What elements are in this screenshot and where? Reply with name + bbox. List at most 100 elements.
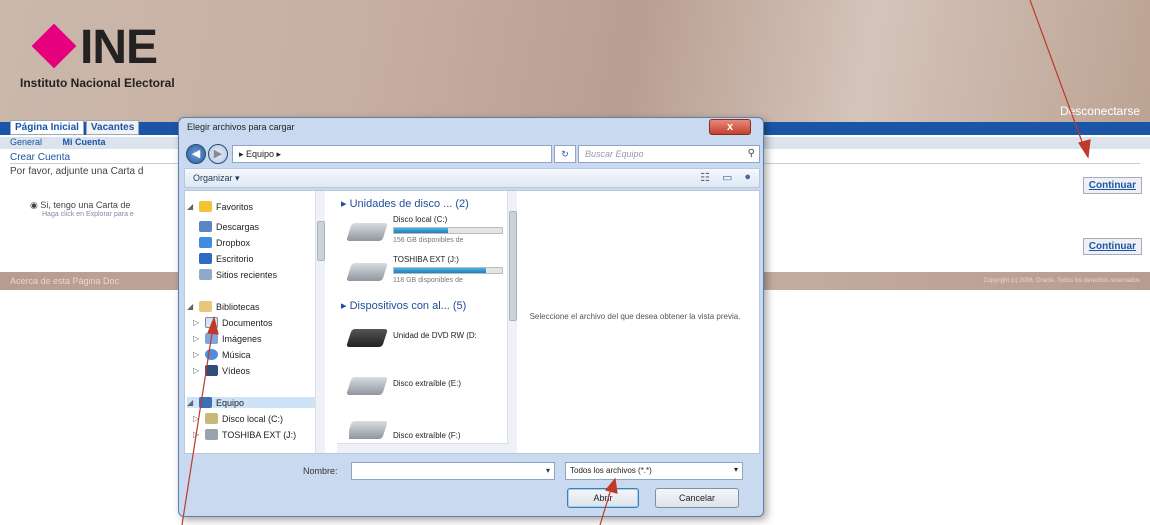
breadcrumb-general[interactable]: General — [10, 137, 42, 147]
continue-button-top[interactable]: Continuar — [1082, 177, 1142, 194]
view-icon[interactable]: ☷ — [700, 171, 710, 184]
page: INE Instituto Nacional Electoral Descone… — [0, 0, 1150, 525]
continue-button-bottom[interactable]: Continuar — [1082, 238, 1142, 255]
device-name: Disco extraíble (E:) — [393, 379, 462, 388]
drive-name: Disco local (C:) — [393, 215, 448, 224]
help-icon[interactable]: ● — [744, 171, 751, 184]
drive-usage-bar — [393, 267, 503, 274]
file-type-select[interactable]: Todos los archivos (*.*) ▾ — [565, 462, 743, 480]
back-icon[interactable]: ◀ — [186, 144, 206, 164]
option-label: Si, tengo una Carta de — [40, 200, 131, 210]
path-breadcrumb[interactable]: ▸ Equipo ▸ — [232, 145, 552, 163]
logo-subtitle: Instituto Nacional Electoral — [20, 76, 175, 90]
logo-text: INE — [80, 21, 158, 74]
letter-option[interactable]: ◉ Si, tengo una Carta de Haga click en E… — [30, 200, 134, 218]
close-button[interactable]: x — [709, 119, 751, 135]
documents-icon — [205, 317, 218, 328]
logo-diamond-icon — [31, 23, 77, 69]
removable-disk-icon — [349, 421, 388, 439]
nav-recent[interactable]: Sitios recientes — [199, 269, 277, 280]
nav-dropbox[interactable]: Dropbox — [199, 237, 250, 248]
nav-label: Favoritos — [216, 201, 254, 212]
ine-logo: INE Instituto Nacional Electoral — [20, 18, 240, 98]
nav-scrollbar[interactable] — [315, 191, 325, 453]
nav-label: Bibliotecas — [216, 301, 260, 312]
nav-local-disk[interactable]: ▷ Disco local (C:) — [193, 413, 283, 424]
nav-music[interactable]: ▷ Música — [193, 349, 251, 360]
disk-icon — [205, 413, 218, 424]
nav-label: Imágenes — [222, 333, 262, 344]
group-label: Dispositivos con al... (5) — [349, 300, 467, 312]
nav-computer[interactable]: ◢ Equipo — [187, 397, 315, 408]
device-item[interactable]: Unidad de DVD RW (D: — [346, 321, 509, 361]
hard-drive-icon — [346, 223, 388, 241]
breadcrumb-account[interactable]: Mi Cuenta — [63, 137, 106, 147]
footer-links[interactable]: Acerca de esta Página Doc — [10, 276, 119, 286]
nav-label: Música — [222, 349, 251, 360]
drive-usage-bar — [393, 227, 503, 234]
drive-name: TOSHIBA EXT (J:) — [393, 255, 459, 264]
dialog-footer: Nombre: ▾ Todos los archivos (*.*) ▾ Abri… — [179, 458, 765, 516]
nav-downloads[interactable]: Descargas — [199, 221, 259, 232]
logout-link[interactable]: Desconectarse — [1060, 104, 1140, 118]
preview-message: Seleccione el archivo del que desea obte… — [529, 312, 741, 321]
organize-menu[interactable]: Organizar ▾ — [193, 173, 240, 183]
nav-favorites[interactable]: ◢ Favoritos — [187, 201, 253, 212]
desktop-icon — [199, 253, 212, 264]
drive-usage-fill — [394, 268, 486, 273]
dialog-title: Elegir archivos para cargar — [187, 122, 295, 132]
tab-vacancies[interactable]: Vacantes — [85, 120, 140, 135]
nav-desktop[interactable]: Escritorio — [199, 253, 254, 264]
copyright: Copyright (c) 2006, Oracle. Todos los de… — [983, 278, 1140, 284]
horizontal-scrollbar[interactable] — [337, 443, 509, 453]
radio-icon[interactable]: ◉ — [30, 200, 40, 210]
drive-item[interactable]: Disco local (C:) 156 GB disponibles de — [346, 215, 509, 255]
file-list: ▸ Unidades de disco ... (2) Disco local … — [337, 191, 509, 453]
recent-icon — [199, 269, 212, 280]
removable-disk-icon — [346, 377, 388, 395]
dvd-drive-icon — [346, 329, 388, 347]
preview-pane-icon[interactable]: ▭ — [722, 171, 732, 184]
scroll-thumb[interactable] — [317, 221, 325, 261]
filter-value: Todos los archivos (*.*) — [570, 466, 652, 475]
downloads-icon — [199, 221, 212, 232]
filename-label: Nombre: — [303, 466, 338, 476]
hard-drive-icon — [346, 263, 388, 281]
group-devices[interactable]: ▸ Dispositivos con al... (5) — [341, 299, 466, 312]
open-button[interactable]: Abrir — [567, 488, 639, 508]
nav-libraries[interactable]: ◢ Bibliotecas — [187, 301, 260, 312]
device-item[interactable]: Disco extraíble (F:) — [349, 413, 509, 443]
computer-icon — [199, 397, 212, 408]
music-icon — [205, 349, 218, 360]
nav-label: Dropbox — [216, 237, 251, 248]
library-icon — [199, 301, 212, 312]
star-icon — [199, 201, 212, 212]
external-drive-icon — [205, 429, 218, 440]
drive-usage-fill — [394, 228, 448, 233]
nav-documents[interactable]: ▷ Documentos — [193, 317, 273, 328]
filename-input[interactable]: ▾ — [351, 462, 555, 480]
nav-toshiba[interactable]: ▷ TOSHIBA EXT (J:) — [193, 429, 296, 440]
nav-images[interactable]: ▷ Imágenes — [193, 333, 262, 344]
search-placeholder: Buscar Equipo — [585, 149, 644, 159]
images-icon — [205, 333, 218, 344]
scroll-thumb[interactable] — [509, 211, 517, 321]
nav-videos[interactable]: ▷ Vídeos — [193, 365, 250, 376]
cancel-button[interactable]: Cancelar — [655, 488, 739, 508]
option-hint: Haga click en Explorar para e — [42, 211, 134, 218]
chevron-down-icon[interactable]: ▾ — [546, 466, 550, 475]
forward-icon[interactable]: ▶ — [208, 144, 228, 164]
chevron-down-icon[interactable]: ▾ — [734, 465, 738, 474]
refresh-icon[interactable]: ↻ — [554, 145, 576, 163]
search-input[interactable]: Buscar Equipo ⚲ — [578, 145, 760, 163]
tab-home[interactable]: Página Inicial — [10, 120, 84, 135]
group-disks[interactable]: ▸ Unidades de disco ... (2) — [341, 197, 469, 210]
drive-item[interactable]: TOSHIBA EXT (J:) 118 GB disponibles de — [346, 255, 509, 295]
nav-label: Equipo — [216, 397, 245, 408]
files-scrollbar[interactable] — [507, 191, 517, 453]
device-item[interactable]: Disco extraíble (E:) — [346, 369, 509, 409]
nav-label: Documentos — [222, 317, 273, 328]
drive-free: 118 GB disponibles de — [393, 277, 463, 284]
search-icon[interactable]: ⚲ — [748, 148, 755, 159]
device-name: Disco extraíble (F:) — [393, 431, 461, 440]
